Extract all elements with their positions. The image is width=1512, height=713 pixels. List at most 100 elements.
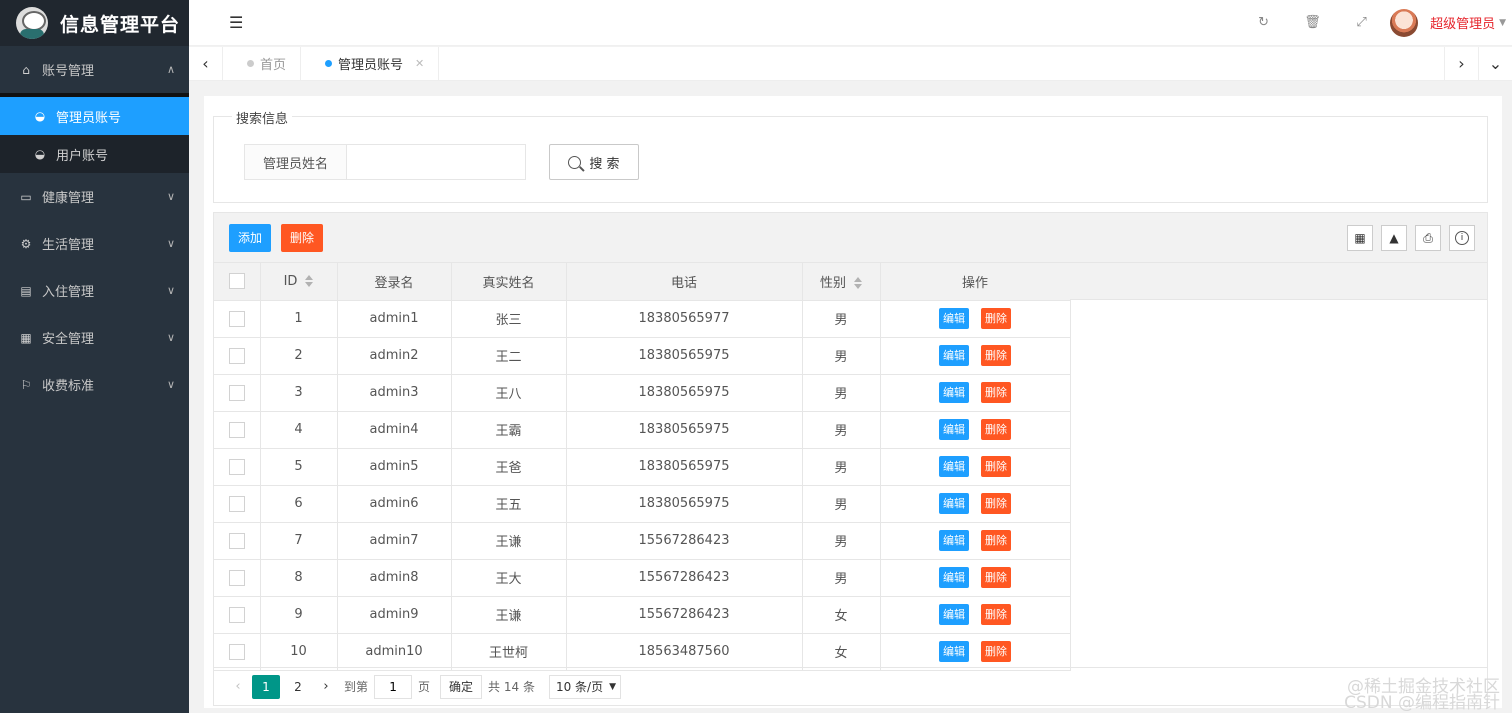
- close-icon[interactable]: ✕: [415, 57, 424, 70]
- sidebar-item-1[interactable]: ◒ 用户账号: [0, 135, 189, 173]
- chevron-down-icon: ∨: [166, 378, 175, 391]
- row-checkbox[interactable]: [228, 421, 245, 438]
- print-icon[interactable]: ⎙: [1415, 225, 1441, 251]
- row-select-cell[interactable]: [214, 374, 261, 412]
- sidebar-group-1[interactable]: ▭ 健康管理 ∨: [0, 173, 189, 220]
- user-avatar[interactable]: [1390, 8, 1419, 37]
- edit-button[interactable]: 编辑: [939, 382, 969, 403]
- row-select-cell[interactable]: [214, 596, 261, 634]
- admin-name-input[interactable]: [346, 144, 526, 180]
- cell-login: admin6: [337, 485, 452, 523]
- table-header-row: ID 登录名 真实姓名 电话 性别 操作: [214, 263, 1071, 301]
- edit-button[interactable]: 编辑: [939, 493, 969, 514]
- row-checkbox[interactable]: [228, 458, 245, 475]
- batch-delete-button[interactable]: 删除: [281, 223, 324, 252]
- delete-button[interactable]: 删除: [981, 493, 1011, 514]
- edit-button[interactable]: 编辑: [939, 530, 969, 551]
- trash-icon[interactable]: 🗑: [1288, 15, 1337, 30]
- row-checkbox[interactable]: [228, 495, 245, 512]
- chevron-down-icon[interactable]: ▼: [1499, 18, 1506, 28]
- sort-icon[interactable]: [854, 277, 862, 290]
- refresh-icon[interactable]: ↻: [1239, 15, 1288, 30]
- next-page-icon[interactable]: ›: [314, 679, 338, 694]
- sidebar-group-0[interactable]: ⌂ 账号管理 ∧: [0, 46, 189, 93]
- delete-button[interactable]: 删除: [981, 345, 1011, 366]
- tabs-menu-chevron-icon[interactable]: ⌄: [1478, 46, 1512, 81]
- row-checkbox[interactable]: [228, 606, 245, 623]
- page-1[interactable]: 1: [252, 674, 280, 699]
- row-select-cell[interactable]: [214, 522, 261, 560]
- tabs-scroll-left-icon[interactable]: ‹: [189, 46, 223, 81]
- prev-page-icon[interactable]: ‹: [226, 679, 250, 694]
- sidebar-group-4[interactable]: ▦ 安全管理 ∨: [0, 314, 189, 361]
- row-select-cell[interactable]: [214, 485, 261, 523]
- columns-filter-icon[interactable]: ▦: [1347, 225, 1373, 251]
- row-checkbox[interactable]: [228, 347, 245, 364]
- edit-button[interactable]: 编辑: [939, 308, 969, 329]
- dashboard-icon: ◒: [34, 109, 46, 123]
- row-select-cell[interactable]: [214, 633, 261, 671]
- edit-button[interactable]: 编辑: [939, 641, 969, 662]
- row-select-cell[interactable]: [214, 300, 261, 338]
- row-checkbox[interactable]: [228, 532, 245, 549]
- delete-button[interactable]: 删除: [981, 419, 1011, 440]
- edit-button[interactable]: 编辑: [939, 567, 969, 588]
- home-icon: ⌂: [22, 62, 30, 77]
- tabs-scroll-right-icon[interactable]: ›: [1444, 46, 1478, 81]
- edit-button[interactable]: 编辑: [939, 419, 969, 440]
- goto-page-input[interactable]: [374, 674, 413, 699]
- info-icon[interactable]: i: [1449, 225, 1475, 251]
- select-all-checkbox[interactable]: [228, 273, 245, 290]
- edit-button[interactable]: 编辑: [939, 456, 969, 477]
- add-button[interactable]: 添加: [229, 223, 272, 252]
- edit-button[interactable]: 编辑: [939, 345, 969, 366]
- page-2[interactable]: 2: [284, 675, 312, 699]
- menu-toggle-icon[interactable]: ☰: [229, 13, 243, 32]
- data-table: 添加 删除 ▦ ▲ ⎙ i ID 登录名 真实姓名 电话 性别 操作 1 adm…: [213, 212, 1488, 706]
- goto-confirm-button[interactable]: 确定: [440, 674, 483, 699]
- submenu: ◒ 管理员账号 ◒ 用户账号: [0, 97, 189, 173]
- row-checkbox[interactable]: [228, 569, 245, 586]
- delete-button[interactable]: 删除: [981, 530, 1011, 551]
- sort-icon[interactable]: [305, 275, 314, 288]
- table-row: 4 admin4 王霸 18380565975 男编辑 删除: [214, 411, 1071, 449]
- row-select-cell[interactable]: [214, 411, 261, 449]
- cell-phone: 18563487560: [566, 633, 803, 671]
- delete-button[interactable]: 删除: [981, 604, 1011, 625]
- cell-login: admin1: [337, 300, 452, 338]
- search-field-label: 管理员姓名: [244, 144, 347, 180]
- tab-dot: [325, 60, 333, 67]
- page-size-select[interactable]: 10 条/页 ▼: [548, 674, 622, 699]
- cell-gender: 男: [802, 522, 881, 560]
- row-checkbox[interactable]: [228, 643, 245, 660]
- row-select-cell[interactable]: [214, 337, 261, 375]
- search-button[interactable]: 搜 索: [549, 144, 639, 180]
- delete-button[interactable]: 删除: [981, 641, 1011, 662]
- user-name[interactable]: 超级管理员: [1430, 13, 1495, 32]
- delete-button[interactable]: 删除: [981, 382, 1011, 403]
- delete-button[interactable]: 删除: [981, 308, 1011, 329]
- tab-home[interactable]: 首页: [223, 46, 302, 81]
- row-checkbox[interactable]: [228, 310, 245, 327]
- row-checkbox[interactable]: [228, 384, 245, 401]
- fullscreen-icon[interactable]: ⤢: [1337, 15, 1386, 30]
- cell-phone: 18380565975: [566, 448, 803, 486]
- sidebar-group-3[interactable]: ▤ 入住管理 ∨: [0, 267, 189, 314]
- logo-avatar-icon: [16, 7, 48, 39]
- delete-button[interactable]: 删除: [981, 567, 1011, 588]
- sidebar-group-2[interactable]: ⚙ 生活管理 ∨: [0, 220, 189, 267]
- row-select-cell[interactable]: [214, 559, 261, 597]
- sidebar-group-5[interactable]: ⚐ 收费标准 ∨: [0, 361, 189, 408]
- chevron-down-icon: ∨: [166, 331, 175, 344]
- tab-admin-account[interactable]: 管理员账号 ✕: [301, 46, 440, 81]
- column-header-gender[interactable]: 性别: [802, 263, 881, 301]
- export-icon[interactable]: ▲: [1381, 225, 1407, 251]
- select-all-cell[interactable]: [214, 263, 261, 301]
- sidebar-item-0[interactable]: ◒ 管理员账号: [0, 97, 189, 135]
- column-header-id[interactable]: ID: [260, 263, 338, 301]
- cell-actions: 编辑 删除: [880, 522, 1071, 560]
- row-select-cell[interactable]: [214, 448, 261, 486]
- delete-button[interactable]: 删除: [981, 456, 1011, 477]
- edit-button[interactable]: 编辑: [939, 604, 969, 625]
- cell-actions: 编辑 删除: [880, 596, 1071, 634]
